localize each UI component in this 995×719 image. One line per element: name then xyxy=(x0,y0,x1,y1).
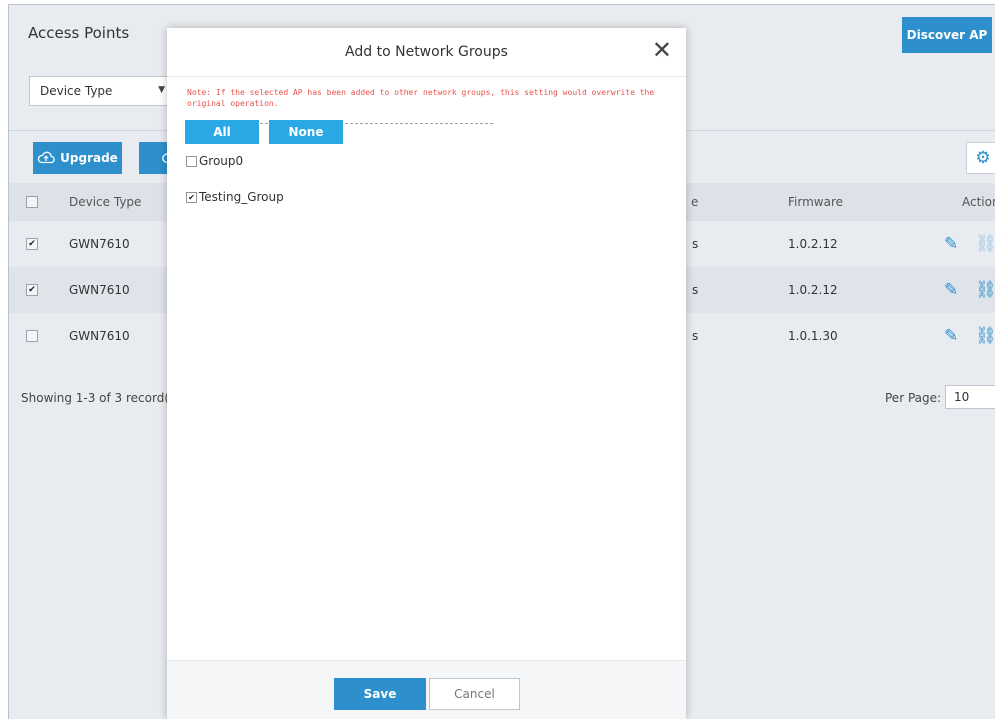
per-page-select[interactable]: 10 ▼ xyxy=(945,385,995,409)
unlink-icon[interactable]: ⛓ xyxy=(975,234,995,254)
device-type-filter[interactable]: Device Type ▼ xyxy=(29,76,174,106)
row-firmware: 1.0.1.30 xyxy=(788,329,838,343)
select-none-button[interactable]: None xyxy=(269,120,343,144)
add-to-network-groups-dialog: Add to Network Groups ✕ Note: If the sel… xyxy=(167,28,686,719)
edit-icon[interactable]: ✎ xyxy=(944,234,958,254)
edit-icon[interactable]: ✎ xyxy=(944,326,958,346)
close-icon[interactable]: ✕ xyxy=(652,38,672,62)
dialog-header-divider xyxy=(167,76,686,77)
per-page-value: 10 xyxy=(954,390,970,404)
column-status-fragment: e xyxy=(691,195,699,209)
group-option[interactable]: ✔ Testing_Group xyxy=(186,190,284,204)
save-button[interactable]: Save xyxy=(334,678,426,710)
dropdown-arrow-icon: ▼ xyxy=(158,85,165,95)
row-checkbox[interactable]: ✔ xyxy=(26,284,38,296)
page-title: Access Points xyxy=(28,24,130,42)
discover-ap-button[interactable]: Discover AP xyxy=(902,17,992,53)
edit-icon[interactable]: ✎ xyxy=(944,280,958,300)
select-all-checkbox[interactable] xyxy=(26,196,38,208)
cancel-button[interactable]: Cancel xyxy=(429,678,520,710)
per-page-label: Per Page: xyxy=(885,391,942,405)
dialog-title: Add to Network Groups xyxy=(345,44,508,60)
row-status-fragment: s xyxy=(692,283,699,297)
row-device-type: GWN7610 xyxy=(69,237,130,251)
row-checkbox[interactable] xyxy=(26,330,38,342)
row-checkbox[interactable]: ✔ xyxy=(26,238,38,250)
device-type-filter-value: Device Type xyxy=(40,84,113,98)
column-firmware: Firmware xyxy=(788,195,843,209)
row-firmware: 1.0.2.12 xyxy=(788,237,838,251)
cloud-upload-icon xyxy=(37,150,55,167)
group-label: Testing_Group xyxy=(199,190,284,204)
gear-icon: ⚙ xyxy=(975,148,991,168)
row-device-type: GWN7610 xyxy=(69,329,130,343)
records-summary: Showing 1-3 of 3 record(s xyxy=(21,391,176,405)
upgrade-label: Upgrade xyxy=(60,151,118,165)
row-status-fragment: s xyxy=(692,329,699,343)
dialog-footer: Save Cancel xyxy=(167,660,686,719)
group-option[interactable]: Group0 xyxy=(186,154,243,168)
row-device-type: GWN7610 xyxy=(69,283,130,297)
settings-button[interactable]: ⚙ xyxy=(966,142,995,174)
unlink-icon[interactable]: ⛓ xyxy=(975,280,995,300)
row-status-fragment: s xyxy=(692,237,699,251)
column-device-type: Device Type xyxy=(69,195,142,209)
unlink-icon[interactable]: ⛓ xyxy=(975,326,995,346)
column-actions: Action xyxy=(962,195,995,209)
group-checkbox[interactable]: ✔ xyxy=(186,191,197,203)
row-firmware: 1.0.2.12 xyxy=(788,283,838,297)
group-label: Group0 xyxy=(199,154,244,168)
select-all-button[interactable]: All xyxy=(185,120,259,144)
overwrite-note: Note: If the selected AP has been added … xyxy=(187,88,655,108)
upgrade-button[interactable]: Upgrade xyxy=(33,142,122,174)
group-checkbox[interactable] xyxy=(186,155,197,167)
